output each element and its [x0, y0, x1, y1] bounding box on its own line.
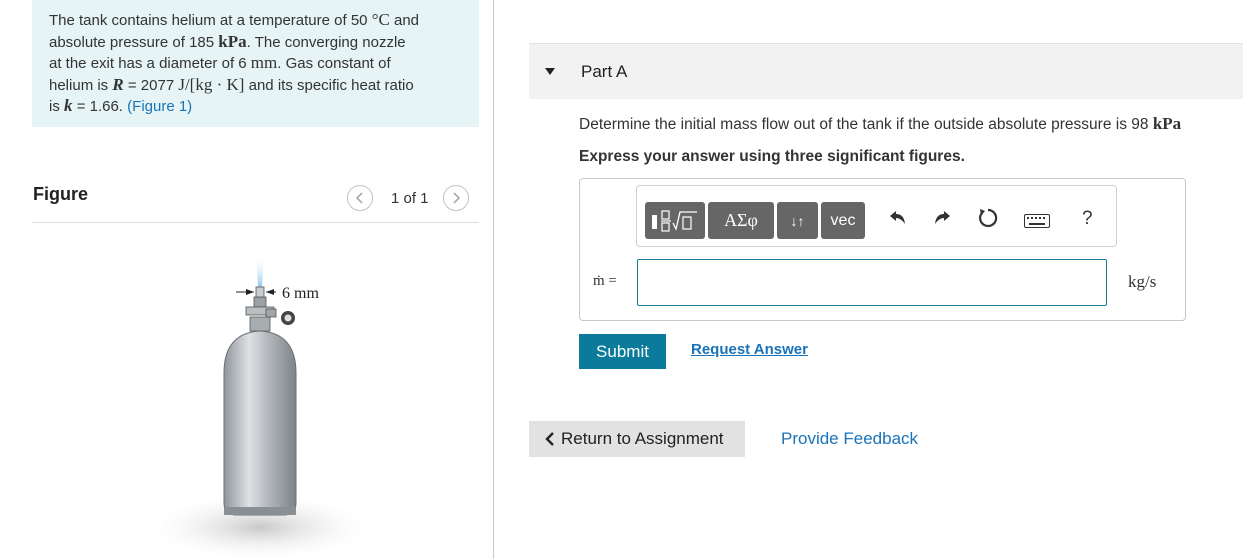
gas-jet — [256, 255, 264, 287]
caret-down-icon — [545, 68, 555, 75]
part-a-header[interactable]: Part A — [529, 43, 1243, 99]
redo-icon[interactable] — [933, 210, 953, 231]
tank-base — [224, 507, 296, 515]
dimension-label: 6 mm — [282, 285, 319, 302]
problem-line-5: is k = 1.66. (Figure 1) — [49, 96, 193, 115]
vector-button[interactable]: vec — [821, 202, 865, 239]
problem-statement: The tank contains helium at a temperatur… — [32, 0, 479, 127]
problem-line-3: at the exit has a diameter of 6 mm. Gas … — [49, 53, 391, 72]
chevron-right-icon — [452, 192, 460, 204]
templates-button[interactable] — [645, 202, 705, 239]
answer-variable-label: ṁ = — [593, 273, 617, 289]
figure-rule — [32, 222, 479, 223]
keyboard-icon[interactable] — [1024, 212, 1050, 233]
problem-line-2: absolute pressure of 185 kPa. The conver… — [49, 31, 406, 51]
part-title: Part A — [581, 62, 628, 81]
next-figure-button[interactable] — [442, 185, 469, 211]
tank-figure: 6 mm — [152, 255, 368, 559]
question-text: Determine the initial mass flow out of t… — [579, 114, 1182, 133]
fraction-sqrt-icon — [652, 209, 697, 232]
answer-input[interactable] — [637, 259, 1107, 306]
figure-link[interactable]: (Figure 1) — [127, 98, 192, 115]
request-answer-link[interactable]: Request Answer — [691, 341, 808, 358]
math-toolbar: ΑΣφ ↓↑ vec ? — [636, 185, 1117, 247]
help-button[interactable]: ? — [1082, 208, 1093, 230]
figure-title: Figure — [33, 184, 89, 204]
subscript-superscript-button[interactable]: ↓↑ — [777, 202, 818, 239]
chevron-left-icon — [355, 192, 363, 204]
return-label: Return to Assignment — [561, 429, 724, 448]
prev-figure-button[interactable] — [347, 185, 373, 211]
return-to-assignment-button[interactable]: Return to Assignment — [529, 421, 745, 457]
answer-unit: kg/s — [1128, 272, 1157, 291]
greek-symbols-button[interactable]: ΑΣφ — [708, 202, 774, 239]
figure-pagination: 1 of 1 — [347, 184, 469, 212]
provide-feedback-link[interactable]: Provide Feedback — [781, 429, 918, 449]
answer-box: ΑΣφ ↓↑ vec ? ṁ = kg/s — [579, 178, 1186, 321]
undo-icon[interactable] — [887, 210, 907, 231]
problem-line-4: helium is R = 2077 J/[kg · K] and its sp… — [49, 74, 414, 94]
problem-line-1: The tank contains helium at a temperatur… — [49, 10, 420, 29]
submit-button[interactable]: Submit — [579, 334, 666, 369]
instruction-text: Express your answer using three signific… — [579, 148, 965, 165]
tank-icon — [223, 330, 297, 516]
figure-counter: 1 of 1 — [391, 189, 429, 207]
chevron-left-icon — [545, 432, 554, 446]
reset-icon[interactable] — [977, 207, 999, 234]
panel-divider — [493, 0, 494, 559]
